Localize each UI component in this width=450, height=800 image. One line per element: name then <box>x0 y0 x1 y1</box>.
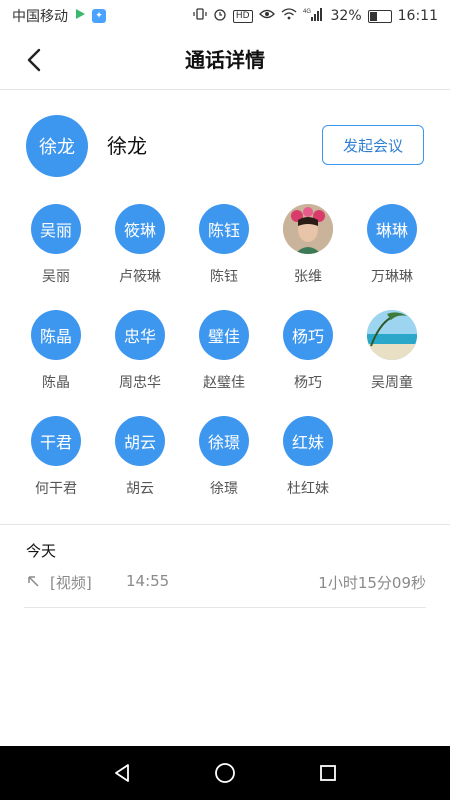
history-day-label: 今天 <box>26 542 57 560</box>
participant-name: 陈晶 <box>42 375 70 391</box>
participant-name: 周忠华 <box>119 375 161 391</box>
start-meeting-button[interactable]: 发起会议 <box>322 125 424 165</box>
contact-name: 徐龙 <box>107 134 147 158</box>
title-bar: 通话详情 <box>0 32 450 88</box>
battery-icon <box>367 9 392 23</box>
participant-avatar: 吴丽 <box>31 204 81 254</box>
history-divider <box>24 607 426 608</box>
signal-icon: 4G <box>303 7 325 25</box>
participant-avatar: 胡云 <box>115 416 165 466</box>
participant-name: 陈钰 <box>210 269 238 285</box>
circle-home-icon <box>215 763 235 783</box>
participant-avatar: 杨巧 <box>283 310 333 360</box>
play-store-icon <box>74 8 86 24</box>
nav-home-button[interactable] <box>205 753 245 793</box>
triangle-back-icon <box>114 764 129 782</box>
participant-name: 何干君 <box>35 481 77 497</box>
alarm-icon <box>213 7 227 25</box>
participant-name: 吴丽 <box>42 269 70 285</box>
participant-name: 杨巧 <box>294 375 322 391</box>
participant[interactable]: 陈晶 陈晶 <box>14 310 98 416</box>
nav-back-button[interactable] <box>102 753 142 793</box>
back-button[interactable] <box>14 40 54 80</box>
status-bar: 中国移动 ✦ HD 4G 32% 16:11 <box>0 0 450 32</box>
participant-avatar: 忠华 <box>115 310 165 360</box>
section-divider <box>0 524 450 525</box>
participant[interactable]: 张维 <box>266 204 350 310</box>
participant-avatar: 筱琳 <box>115 204 165 254</box>
participant[interactable]: 琳琳 万琳琳 <box>350 204 434 310</box>
call-type: [视频] <box>50 574 92 592</box>
participant-avatar: 陈钰 <box>199 204 249 254</box>
header-divider <box>0 89 450 90</box>
beach-photo-icon <box>367 310 417 360</box>
participant[interactable]: 干君 何干君 <box>14 416 98 522</box>
participant[interactable]: 吴丽 吴丽 <box>14 204 98 310</box>
participant-name: 万琳琳 <box>371 269 413 285</box>
participant-avatar: 红妹 <box>283 416 333 466</box>
participant-name: 胡云 <box>126 481 154 497</box>
participant[interactable]: 忠华 周忠华 <box>98 310 182 416</box>
participant-name: 赵璧佳 <box>203 375 245 391</box>
participant[interactable]: 红妹 杜红妹 <box>266 416 350 522</box>
participant-photo-avatar <box>367 310 417 360</box>
eye-comfort-icon <box>258 8 275 24</box>
participant[interactable]: 璧佳 赵璧佳 <box>182 310 266 416</box>
call-duration: 1小时15分09秒 <box>318 574 426 592</box>
participant-photo-avatar <box>283 204 333 254</box>
participant[interactable]: 徐璟 徐璟 <box>182 416 266 522</box>
app-notification-icon: ✦ <box>92 9 106 23</box>
participant[interactable]: 筱琳 卢筱琳 <box>98 204 182 310</box>
participant-name: 张维 <box>294 269 322 285</box>
system-nav-bar <box>0 746 450 800</box>
participant-name: 卢筱琳 <box>119 269 161 285</box>
participant-avatar: 璧佳 <box>199 310 249 360</box>
call-record[interactable]: [视频] 14:55 1小时15分09秒 <box>26 572 426 596</box>
participant[interactable]: 陈钰 陈钰 <box>182 204 266 310</box>
participant-avatar: 徐璟 <box>199 416 249 466</box>
participant[interactable]: 吴周童 <box>350 310 434 416</box>
participant[interactable]: 杨巧 杨巧 <box>266 310 350 416</box>
clock: 16:11 <box>397 8 438 24</box>
participant[interactable]: 胡云 胡云 <box>98 416 182 522</box>
contact-header: 徐龙 徐龙 发起会议 <box>0 115 450 179</box>
portrait-photo-icon <box>283 204 333 254</box>
participant-name: 徐璟 <box>210 481 238 497</box>
participant-name: 吴周童 <box>371 375 413 391</box>
page-title: 通话详情 <box>185 48 265 72</box>
participant-name: 杜红妹 <box>287 481 329 497</box>
nav-recents-button[interactable] <box>308 753 348 793</box>
call-time: 14:55 <box>126 572 170 590</box>
hd-badge: HD <box>232 9 253 23</box>
contact-avatar[interactable]: 徐龙 <box>26 115 88 177</box>
participants-grid: 吴丽 吴丽 筱琳 卢筱琳 陈钰 陈钰 张维 琳琳 万琳琳 陈晶 陈晶 忠华 周忠华 璧佳 赵璧… <box>14 204 434 522</box>
outgoing-call-icon <box>26 574 40 592</box>
participant-avatar: 陈晶 <box>31 310 81 360</box>
participant-avatar: 琳琳 <box>367 204 417 254</box>
chevron-left-icon <box>27 48 41 72</box>
battery-percent: 32% <box>330 8 362 24</box>
wifi-icon <box>281 8 297 24</box>
carrier-label: 中国移动 <box>12 9 68 25</box>
square-recents-icon <box>320 765 337 781</box>
vibrate-icon <box>193 7 207 25</box>
participant-avatar: 干君 <box>31 416 81 466</box>
svg-text:4G: 4G <box>303 9 311 15</box>
